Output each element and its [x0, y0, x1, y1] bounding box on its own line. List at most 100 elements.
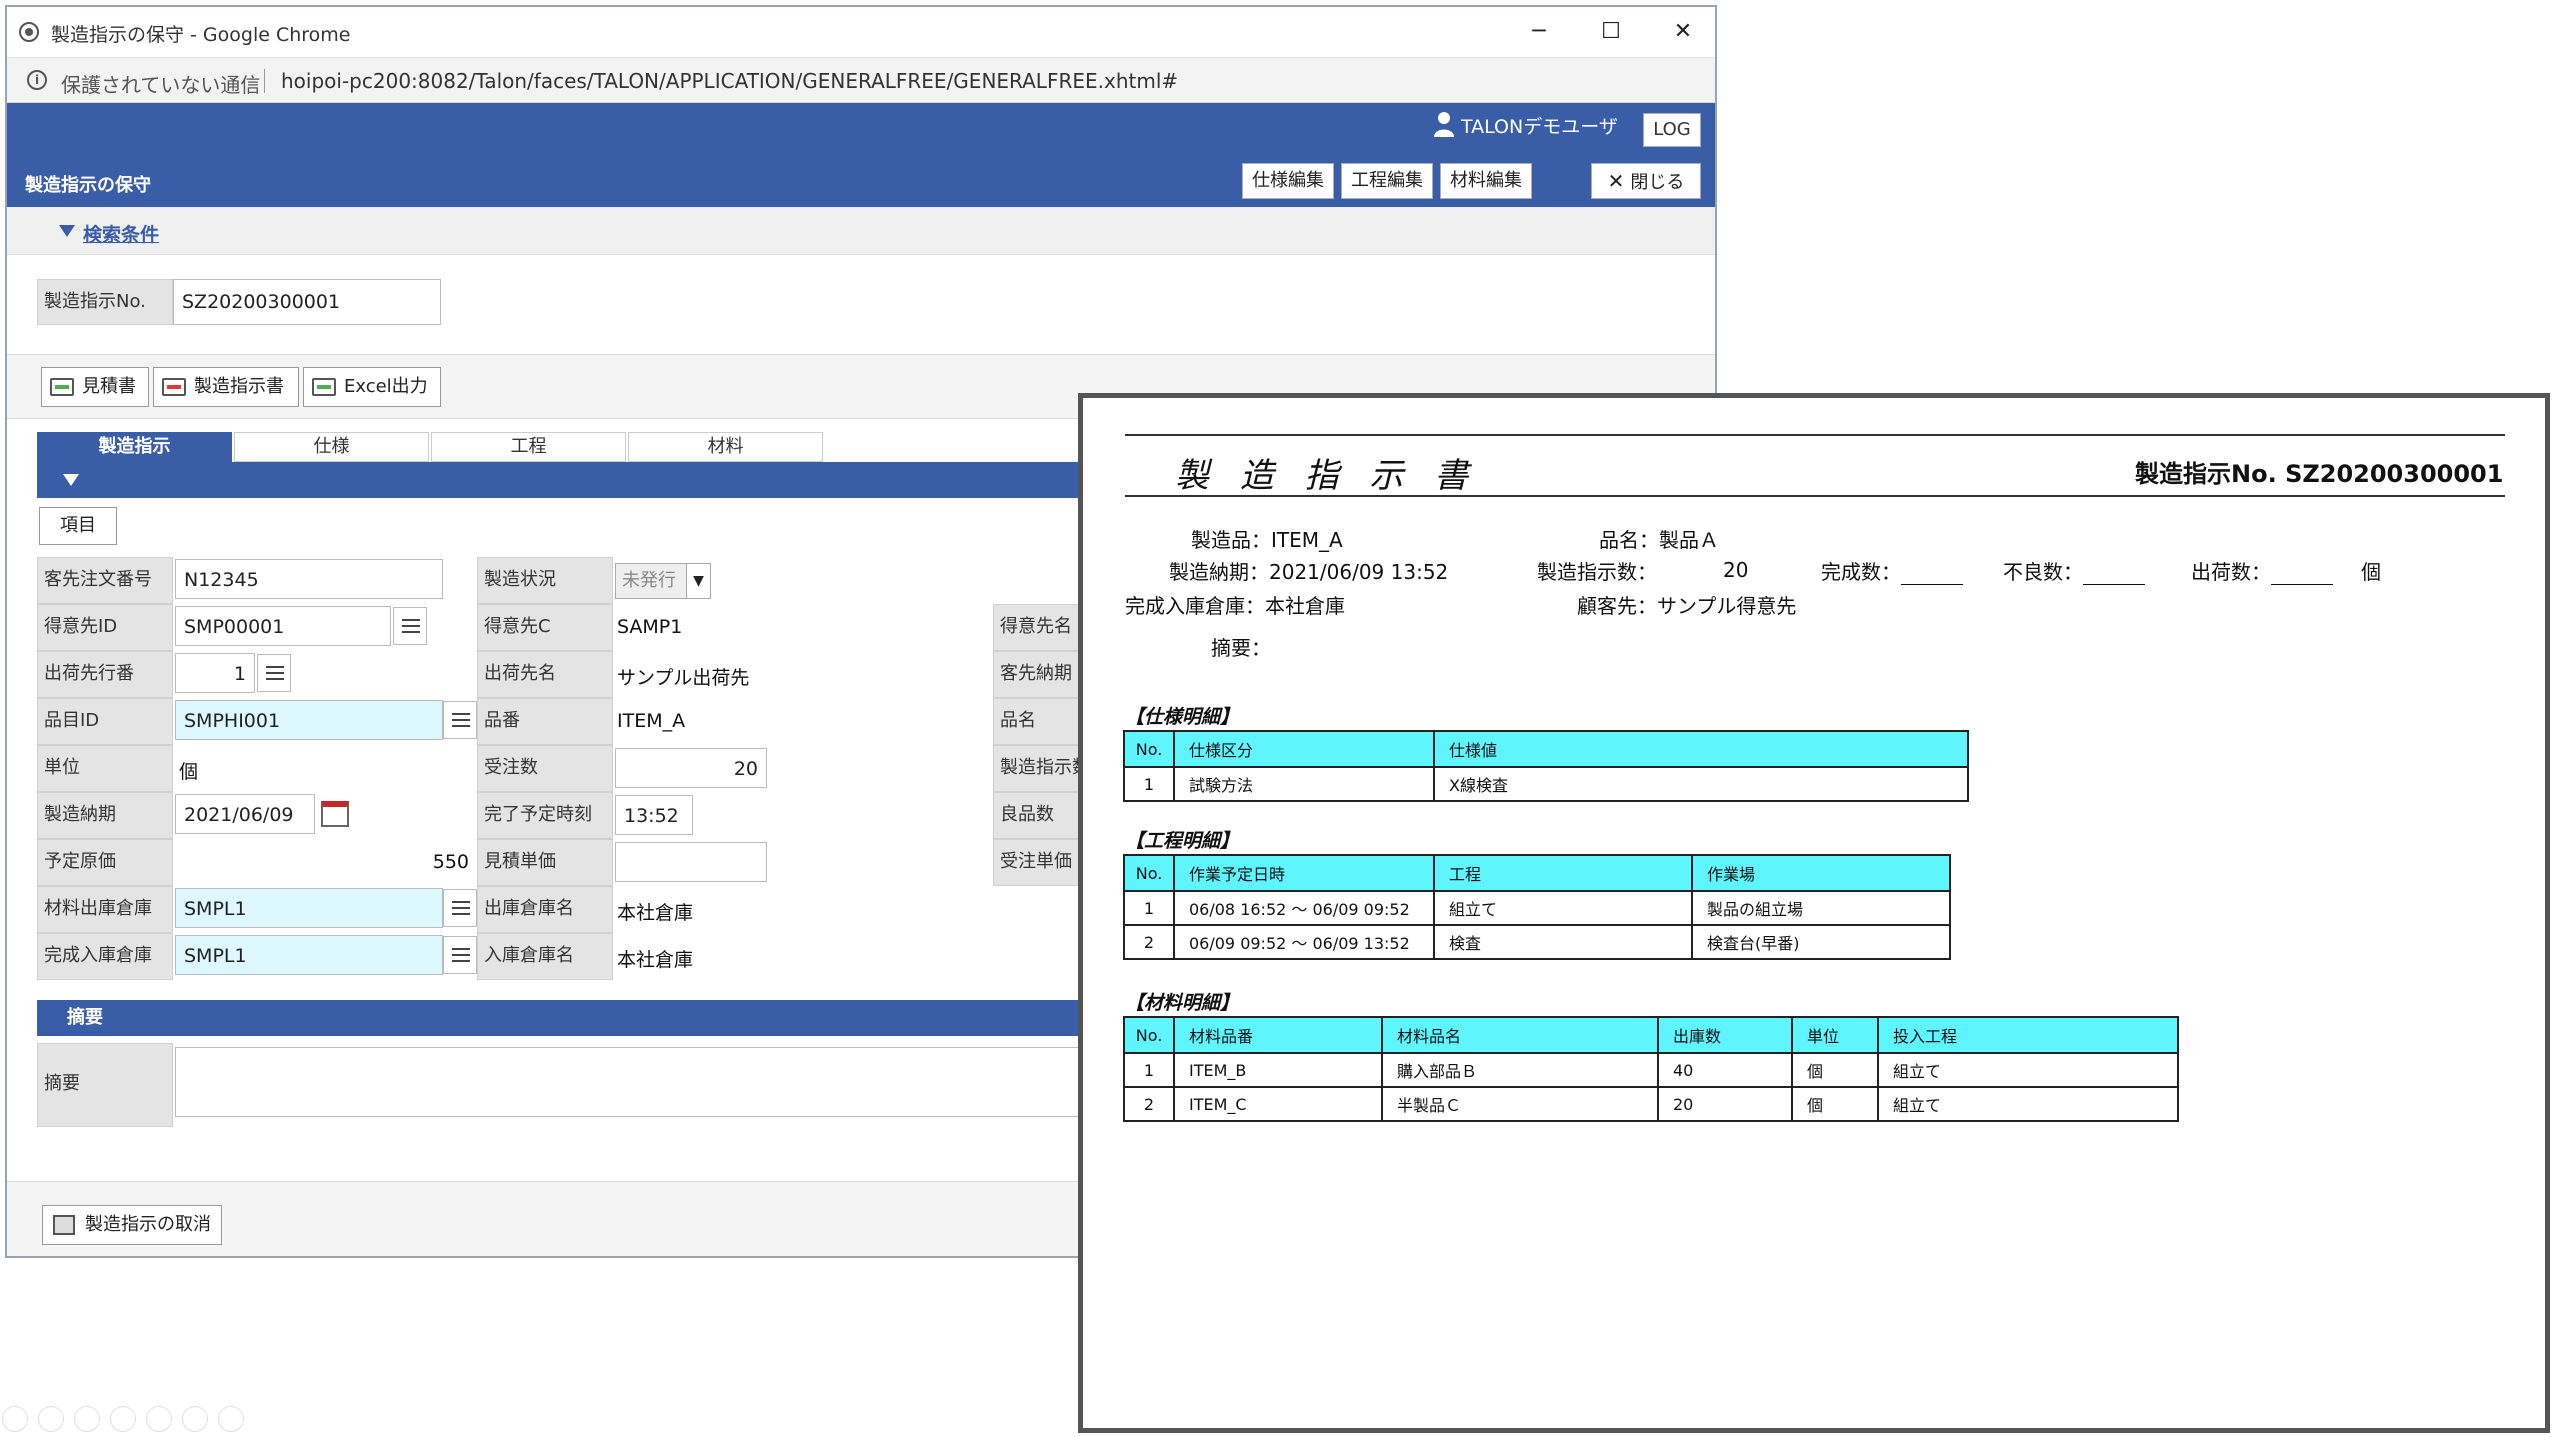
fin-wh-input[interactable]: SMPL1: [175, 935, 443, 975]
log-button[interactable]: LOG: [1643, 113, 1701, 147]
printer-icon: [162, 378, 186, 396]
close-button[interactable]: ✕ 閉じる: [1591, 163, 1701, 199]
list-icon[interactable]: [443, 936, 477, 974]
subtitle-icon[interactable]: [182, 1406, 208, 1432]
chevron-down-icon: ▼: [686, 564, 710, 598]
close-window-button[interactable]: ✕: [1653, 13, 1713, 51]
excel-output-button[interactable]: Excel出力: [303, 367, 441, 407]
report-header-rule: [1125, 495, 2505, 497]
report-instr-qty-label: 製造指示数：: [1537, 560, 1657, 584]
list-icon[interactable]: [257, 654, 291, 692]
instruction-label: 製造指示書: [194, 376, 284, 397]
material-edit-button[interactable]: 材料編集: [1440, 163, 1532, 199]
search-toggle-label[interactable]: 検索条件: [83, 220, 159, 247]
status-select[interactable]: 未発行 ▼: [615, 563, 711, 599]
insecure-label: 保護されていない通信: [61, 73, 261, 97]
finish-time-input[interactable]: 13:52: [615, 795, 693, 835]
document-icon: [53, 1215, 75, 1235]
customer-order-input[interactable]: N12345: [175, 559, 443, 599]
back-icon[interactable]: [2, 1406, 28, 1432]
due-input[interactable]: 2021/06/09: [175, 794, 315, 834]
spec-cell-value: X線検査: [1433, 766, 1969, 802]
est-price-input[interactable]: [615, 842, 767, 882]
cost-label: 予定原価: [37, 839, 173, 886]
report-warehouse: 完成入庫倉庫：本社倉庫: [1125, 594, 1345, 618]
cancel-label: 製造指示の取消: [85, 1214, 211, 1235]
mat-header-unit: 単位: [1791, 1016, 1879, 1054]
status-label: 製造状況: [477, 557, 613, 604]
url-text[interactable]: hoipoi-pc200:8082/Talon/faces/TALON/APPL…: [281, 69, 1178, 93]
search-toggle[interactable]: 検索条件: [7, 207, 1715, 255]
list-icon[interactable]: [443, 701, 477, 739]
forward-icon[interactable]: [38, 1406, 64, 1432]
cancel-instruction-button[interactable]: 製造指示の取消: [42, 1205, 222, 1245]
order-qty-label: 受注数: [477, 745, 613, 792]
report-title: 製 造 指 示 書: [1175, 456, 1479, 496]
calendar-icon[interactable]: [321, 801, 349, 827]
unit-label: 単位: [37, 745, 173, 792]
search-panel: 製造指示No. SZ20200300001: [7, 255, 1715, 355]
mat-cell-item-name: 購入部品Ｂ: [1381, 1052, 1659, 1088]
list-icon[interactable]: [393, 607, 427, 645]
customer-id-input[interactable]: SMP00001: [175, 606, 391, 646]
report-item-name: 品名：製品Ａ: [1599, 528, 1719, 552]
item-button[interactable]: 項目: [39, 507, 117, 545]
item-no-value: ITEM_A: [617, 710, 686, 732]
info-icon[interactable]: i: [27, 70, 47, 90]
proc-header-workplace: 作業場: [1691, 854, 1951, 892]
title-bar: 製造指示の保守 - Google Chrome ─ ☐ ✕: [7, 7, 1715, 57]
tab-instruction[interactable]: 製造指示: [37, 432, 232, 462]
ship-name-label: 出荷先名: [477, 651, 613, 698]
process-edit-button[interactable]: 工程編集: [1341, 163, 1433, 199]
spec-cell-no: 1: [1123, 766, 1175, 802]
mat-cell-item-name: 半製品Ｃ: [1381, 1086, 1659, 1122]
proc-cell-process: 組立て: [1433, 890, 1693, 926]
spec-cell-type: 試験方法: [1173, 766, 1435, 802]
proc-cell-workplace: 製品の組立場: [1691, 890, 1951, 926]
report-done-label: 完成数：: [1821, 556, 1963, 585]
spec-edit-button[interactable]: 仕様編集: [1242, 163, 1334, 199]
mat-wh-input[interactable]: SMPL1: [175, 888, 443, 928]
search-no-input[interactable]: SZ20200300001: [173, 279, 441, 325]
address-separator: [264, 69, 265, 93]
report-instr-qty: 20: [1723, 558, 1749, 582]
maximize-button[interactable]: ☐: [1581, 13, 1641, 51]
more-icon[interactable]: [218, 1406, 244, 1432]
report-defect-label: 不良数：: [2003, 556, 2145, 585]
report-ship-label: 出荷数：: [2191, 556, 2333, 585]
out-wh-name-label: 出庫倉庫名: [477, 886, 613, 933]
tab-material[interactable]: 材料: [628, 432, 823, 462]
report-number-label: 製造指示No.: [2135, 460, 2277, 488]
pen-icon[interactable]: [74, 1406, 100, 1432]
table-row: 1 ITEM_B 購入部品Ｂ 40 個 組立て: [1123, 1052, 2179, 1088]
process-table: No. 作業予定日時 工程 作業場 1 06/08 16:52 ～ 06/09 …: [1123, 854, 1951, 960]
search-no-label: 製造指示No.: [37, 279, 173, 325]
minimize-button[interactable]: ─: [1509, 13, 1569, 51]
chrome-icon: [19, 22, 39, 42]
order-qty-input[interactable]: 20: [615, 748, 767, 788]
estimate-button[interactable]: 見積書: [41, 367, 149, 407]
mat-cell-unit: 個: [1791, 1052, 1879, 1088]
instruction-print-button[interactable]: 製造指示書: [153, 367, 299, 407]
item-id-input[interactable]: SMPHI001: [175, 700, 443, 740]
ship-seq-input[interactable]: 1: [175, 653, 255, 693]
estimate-label: 見積書: [82, 376, 136, 397]
mat-cell-qty: 20: [1657, 1086, 1793, 1122]
mat-header-no: No.: [1123, 1016, 1175, 1054]
tab-process[interactable]: 工程: [431, 432, 626, 462]
tab-spec[interactable]: 仕様: [234, 432, 429, 462]
report-customer: 顧客先：サンプル得意先: [1577, 594, 1797, 618]
mat-cell-qty: 40: [1657, 1052, 1793, 1088]
mat-cell-process: 組立て: [1877, 1086, 2179, 1122]
window-title: 製造指示の保守 - Google Chrome: [51, 24, 351, 46]
unit-value: 個: [179, 761, 199, 783]
list-icon[interactable]: [443, 889, 477, 927]
slides-icon[interactable]: [110, 1406, 136, 1432]
proc-header-datetime: 作業予定日時: [1173, 854, 1435, 892]
address-bar[interactable]: i 保護されていない通信 hoipoi-pc200:8082/Talon/fac…: [7, 57, 1715, 103]
ship-seq-label: 出荷先行番: [37, 651, 173, 698]
due-label: 製造納期: [37, 792, 173, 839]
in-wh-name-value: 本社倉庫: [617, 949, 694, 971]
zoom-icon[interactable]: [146, 1406, 172, 1432]
close-icon: ✕: [1607, 169, 1625, 193]
